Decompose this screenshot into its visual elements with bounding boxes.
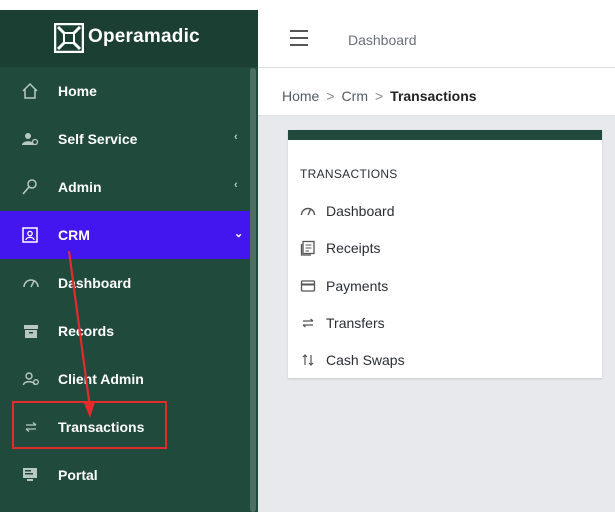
breadcrumb-current: Transactions (390, 88, 477, 104)
gauge-icon (300, 203, 316, 219)
sidebar-item-client-admin[interactable]: Client Admin (0, 355, 250, 403)
user-settings-icon (22, 370, 40, 388)
user-settings-icon (21, 130, 39, 148)
card-link-receipts[interactable]: Receipts (300, 237, 580, 259)
brand-name: Operamadic (88, 26, 200, 47)
header-title: Dashboard (348, 32, 417, 48)
card-link-label: Transfers (326, 315, 385, 331)
sidebar-item-label: Admin (58, 179, 102, 195)
credit-card-icon (300, 278, 316, 294)
sidebar-item-label: CRM (58, 227, 90, 243)
sidebar: Operamadic Home Self Service ‹ Admin ‹ C… (0, 10, 258, 512)
card-link-label: Dashboard (326, 203, 395, 219)
breadcrumb-bar: Home > Crm > Transactions (258, 68, 615, 116)
sidebar-item-crm[interactable]: CRM ⌄ (0, 211, 256, 259)
sidebar-item-records[interactable]: Records (0, 307, 250, 355)
sidebar-menu: Home Self Service ‹ Admin ‹ CRM ⌄ Dashbo… (0, 67, 256, 499)
sidebar-item-self-service[interactable]: Self Service ‹ (0, 115, 250, 163)
sidebar-item-admin[interactable]: Admin ‹ (0, 163, 250, 211)
card-heading: TRANSACTIONS (300, 167, 398, 181)
card-link-cash-swaps[interactable]: Cash Swaps (300, 349, 580, 371)
sidebar-item-label: Transactions (58, 419, 145, 435)
receipt-icon (300, 240, 316, 256)
sidebar-item-label: Self Service (58, 131, 138, 147)
sidebar-item-dashboard[interactable]: Dashboard (0, 259, 250, 307)
sidebar-item-label: Dashboard (58, 275, 132, 291)
arrows-up-down-icon (300, 352, 316, 368)
sidebar-item-label: Home (58, 83, 97, 99)
sidebar-item-home[interactable]: Home (0, 67, 250, 115)
contact-card-icon (21, 226, 39, 244)
top-header: Dashboard (258, 10, 615, 68)
key-icon (21, 178, 39, 196)
chevron-left-icon: ‹ (234, 179, 238, 191)
card-link-transfers[interactable]: Transfers (300, 312, 580, 334)
logo-bar[interactable]: Operamadic (0, 10, 258, 67)
gauge-icon (22, 274, 40, 292)
sidebar-item-label: Records (58, 323, 115, 339)
breadcrumb-home[interactable]: Home (282, 88, 319, 104)
breadcrumb-crm[interactable]: Crm (342, 88, 368, 104)
transactions-card: TRANSACTIONS Dashboard Receipts Payments… (288, 130, 602, 378)
chevron-left-icon: ‹ (234, 131, 238, 143)
chevron-right-icon: > (326, 88, 335, 104)
sidebar-item-label: Portal (58, 467, 98, 483)
home-icon (21, 82, 39, 100)
arrows-left-right-icon (22, 418, 40, 436)
card-link-label: Cash Swaps (326, 352, 405, 368)
chevron-down-icon: ⌄ (234, 228, 244, 240)
arrows-left-right-icon (300, 315, 316, 331)
breadcrumb: Home > Crm > Transactions (282, 88, 477, 104)
logo-icon (54, 23, 84, 53)
card-link-dashboard[interactable]: Dashboard (300, 200, 580, 222)
hamburger-menu-icon[interactable] (290, 30, 308, 46)
sidebar-item-portal[interactable]: Portal (0, 451, 250, 499)
monitor-icon (21, 466, 39, 484)
archive-icon (22, 322, 40, 340)
chevron-right-icon: > (374, 88, 384, 104)
sidebar-scrollbar[interactable] (250, 68, 256, 512)
card-accent-bar (288, 130, 602, 140)
card-link-label: Receipts (326, 240, 381, 256)
top-strip (0, 0, 615, 10)
card-link-label: Payments (326, 278, 389, 294)
sidebar-item-label: Client Admin (58, 371, 144, 387)
sidebar-item-transactions[interactable]: Transactions (0, 403, 250, 451)
card-link-payments[interactable]: Payments (300, 275, 580, 297)
